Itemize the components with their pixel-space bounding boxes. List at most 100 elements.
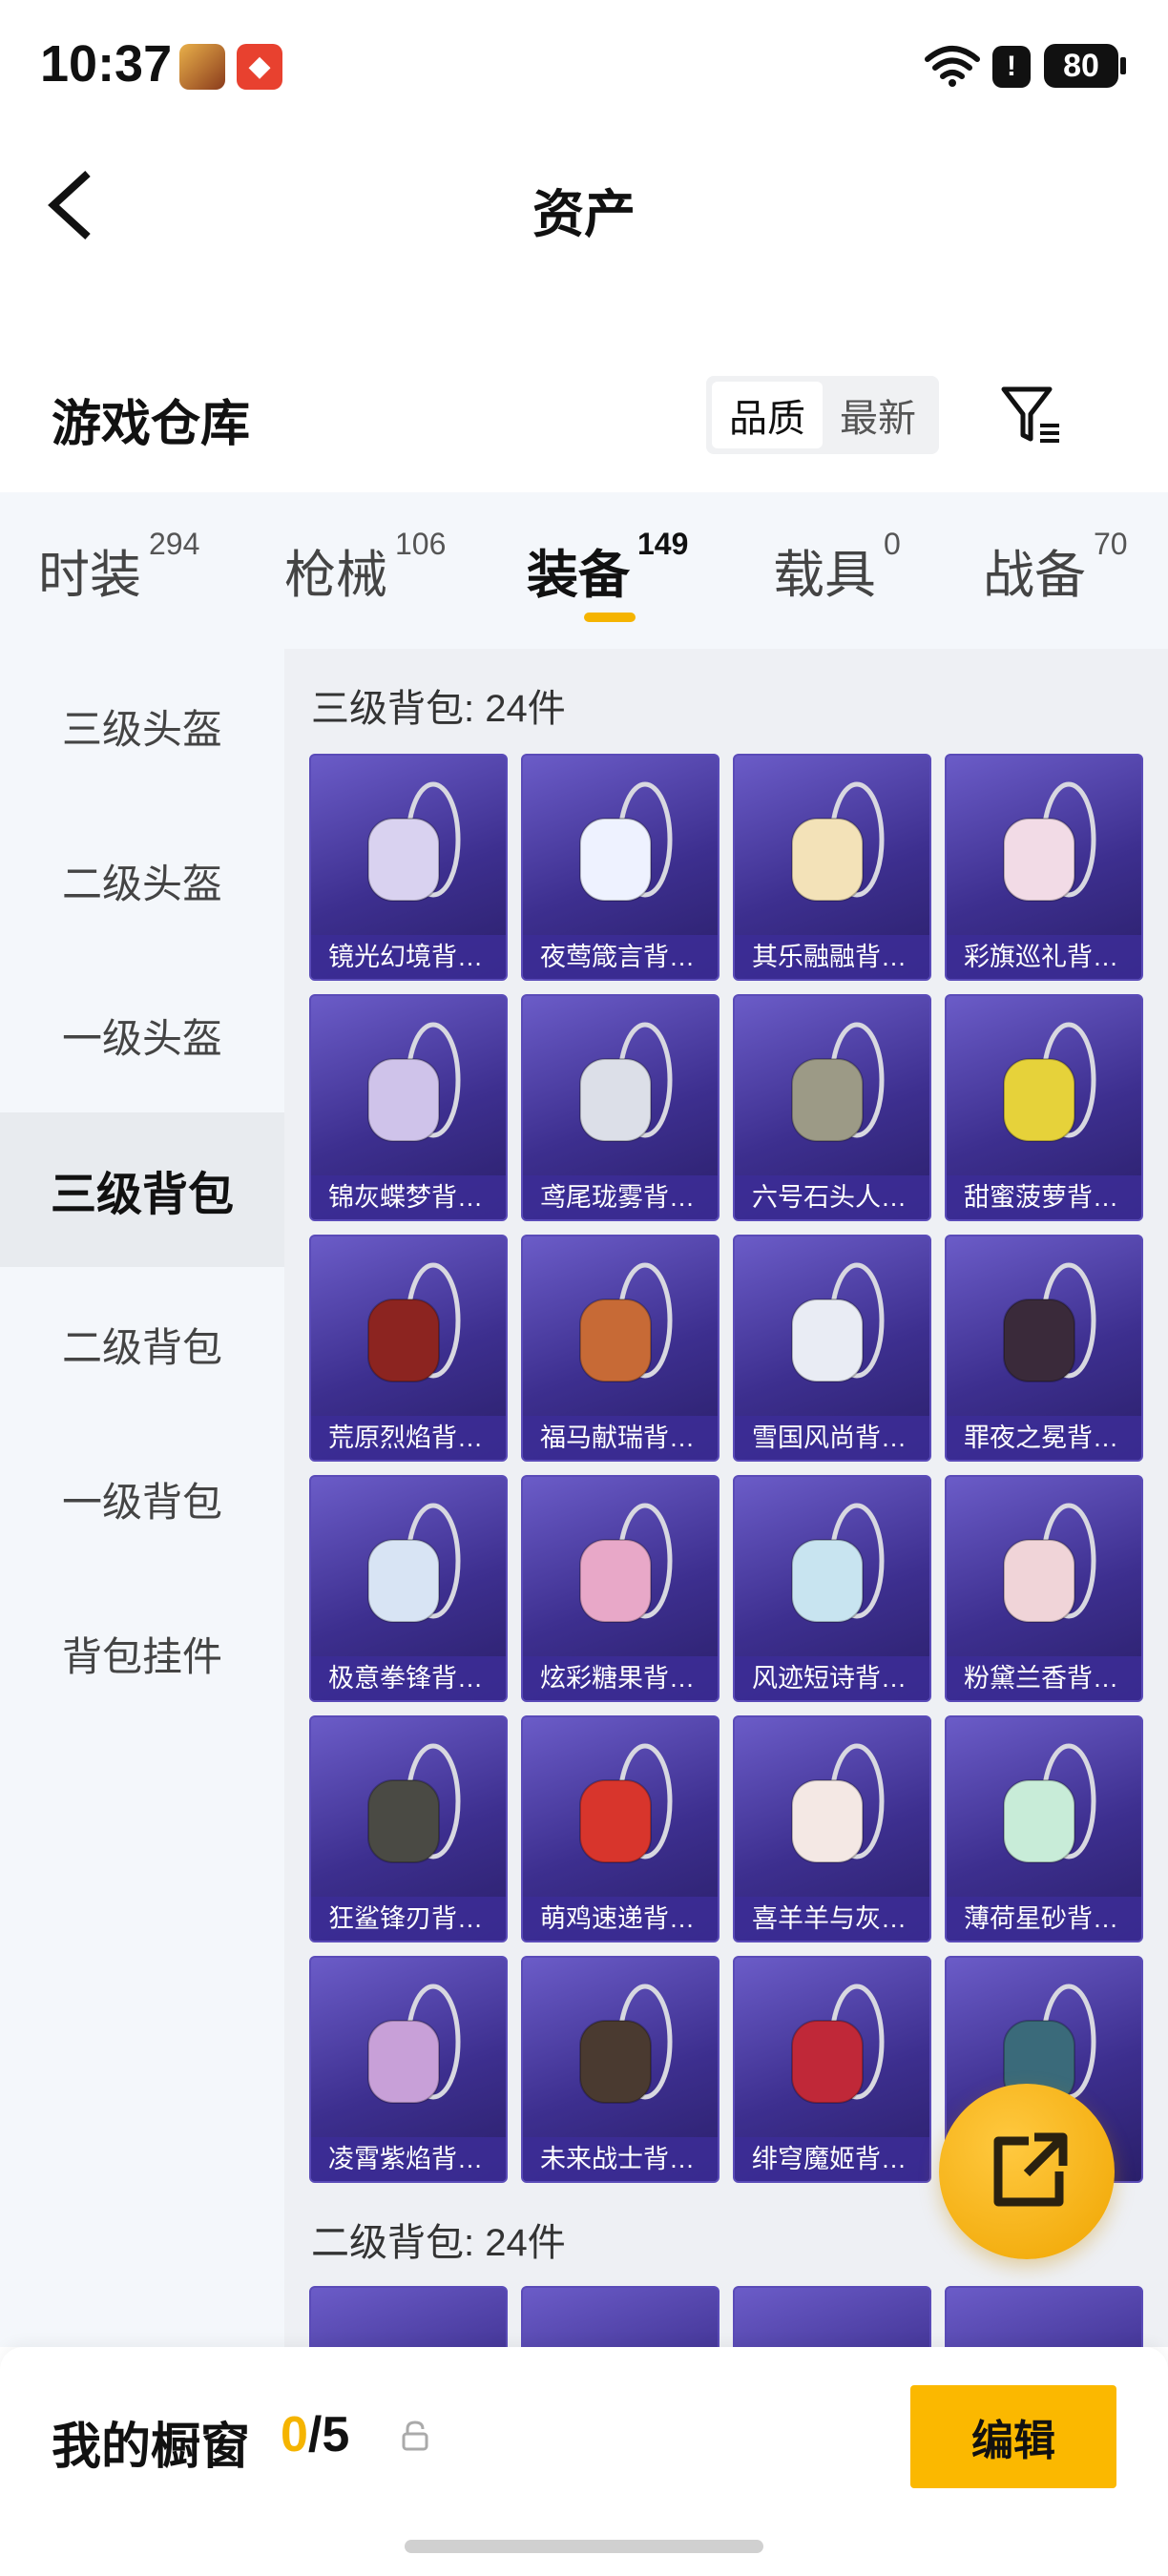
backpack-image — [367, 781, 461, 902]
tab-count: 149 — [637, 527, 689, 561]
active-tab-indicator — [584, 613, 636, 622]
sidebar-item-lv1-helmet[interactable]: 一级头盔 — [0, 958, 284, 1112]
tab-battle-supplies[interactable]: 战备70 — [983, 527, 1128, 608]
warehouse-title: 游戏仓库 — [52, 397, 251, 452]
item-card-label: 其乐融融背… — [735, 935, 929, 979]
item-card[interactable] — [945, 2286, 1143, 2347]
status-bar: 10:37 ◆ ! 80 — [0, 0, 1168, 134]
item-card-label: 六号石头人… — [735, 1175, 929, 1219]
item-card[interactable]: 未来战士背… — [521, 1956, 720, 2183]
item-card-label: 雪国风尚背… — [735, 1416, 929, 1460]
tab-label: 枪械 — [284, 547, 387, 604]
backpack-image — [791, 1022, 885, 1142]
sort-quality-button[interactable]: 品质 — [712, 382, 823, 448]
category-tabs: 时装294 枪械106 装备149 载具0 战备70 — [0, 492, 1168, 649]
item-card-label: 极意拳锋背… — [311, 1656, 506, 1700]
item-card[interactable] — [733, 2286, 931, 2347]
item-card[interactable]: 绯穹魔姬背… — [733, 1956, 931, 2183]
showcase-label: 我的橱窗 — [52, 2420, 251, 2475]
tab-fashion[interactable]: 时装294 — [38, 527, 199, 608]
showcase-separator: / — [307, 2407, 323, 2462]
item-card[interactable]: 极意拳锋背… — [309, 1475, 508, 1702]
tab-vehicles[interactable]: 载具0 — [773, 527, 901, 608]
item-card-label: 风迹短诗背… — [735, 1656, 929, 1700]
item-card[interactable]: 镜光幻境背… — [309, 754, 508, 981]
backpack-image — [367, 1022, 461, 1142]
item-card[interactable]: 锦灰蝶梦背… — [309, 994, 508, 1221]
edit-button[interactable]: 编辑 — [910, 2385, 1116, 2488]
item-card-label: 鸢尾珑雾背… — [523, 1175, 718, 1219]
bottom-bar: 我的橱窗 0/5 编辑 — [0, 2347, 1168, 2576]
item-card-label: 薄荷星砂背… — [947, 1897, 1141, 1941]
backpack-image — [791, 1984, 885, 2104]
sort-latest-button[interactable]: 最新 — [823, 382, 933, 448]
tab-count: 294 — [149, 527, 200, 561]
sidebar-item-lv2-backpack[interactable]: 二级背包 — [0, 1267, 284, 1422]
item-card[interactable]: 狂鲨锋刃背… — [309, 1715, 508, 1942]
tab-label: 装备 — [527, 547, 630, 604]
item-card[interactable]: 粉黛兰香背… — [945, 1475, 1143, 1702]
sidebar-item-lv3-helmet[interactable]: 三级头盔 — [0, 649, 284, 803]
tab-label: 载具 — [773, 547, 876, 604]
tab-count: 70 — [1094, 527, 1128, 561]
backpack-image — [1003, 1022, 1096, 1142]
item-card[interactable]: 罪夜之冕背… — [945, 1235, 1143, 1462]
item-card-label: 夜莺箴言背… — [523, 935, 718, 979]
tab-count: 0 — [884, 527, 901, 561]
page-title: 资产 — [532, 186, 636, 243]
item-card[interactable]: 炫彩糖果背… — [521, 1475, 720, 1702]
backpack-image — [1003, 1503, 1096, 1623]
tab-label: 战备 — [983, 547, 1086, 604]
item-card[interactable]: 荒原烈焰背… — [309, 1235, 508, 1462]
item-card-label: 绯穹魔姬背… — [735, 2137, 929, 2181]
sidebar-item-lv1-backpack[interactable]: 一级背包 — [0, 1422, 284, 1576]
item-card[interactable]: 雪国风尚背… — [733, 1235, 931, 1462]
item-card-label: 镜光幻境背… — [311, 935, 506, 979]
wifi-icon — [925, 46, 980, 87]
item-card[interactable]: 其乐融融背… — [733, 754, 931, 981]
item-card[interactable]: 薄荷星砂背… — [945, 1715, 1143, 1942]
battery-icon: 80 — [1044, 44, 1126, 88]
item-card[interactable]: 鸢尾珑雾背… — [521, 994, 720, 1221]
item-card-label: 萌鸡速递背… — [523, 1897, 718, 1941]
backpack-image — [579, 1984, 673, 2104]
item-card[interactable]: 喜羊羊与灰… — [733, 1715, 931, 1942]
backpack-image — [579, 1743, 673, 1863]
item-card-label: 荒原烈焰背… — [311, 1416, 506, 1460]
item-card-label: 炫彩糖果背… — [523, 1656, 718, 1700]
shield-app-icon: ◆ — [237, 44, 282, 90]
share-external-icon — [993, 2132, 1068, 2207]
home-indicator — [405, 2540, 763, 2553]
backpack-image — [1003, 781, 1096, 902]
showcase-current: 0 — [281, 2407, 308, 2462]
backpack-image — [791, 1262, 885, 1382]
backpack-image — [367, 1984, 461, 2104]
item-card[interactable] — [521, 2286, 720, 2347]
share-button[interactable] — [939, 2084, 1115, 2259]
item-card-label: 罪夜之冕背… — [947, 1416, 1141, 1460]
tab-firearms[interactable]: 枪械106 — [284, 527, 446, 608]
sidebar-item-lv2-helmet[interactable]: 二级头盔 — [0, 803, 284, 958]
sidebar-item-backpack-charm[interactable]: 背包挂件 — [0, 1576, 284, 1731]
alert-icon: ! — [992, 46, 1031, 88]
tab-label: 时装 — [38, 547, 141, 604]
item-card[interactable]: 夜莺箴言背… — [521, 754, 720, 981]
item-card[interactable]: 彩旗巡礼背… — [945, 754, 1143, 981]
backpack-image — [791, 781, 885, 902]
item-card[interactable]: 六号石头人… — [733, 994, 931, 1221]
sidebar-item-lv3-backpack[interactable]: 三级背包 — [0, 1112, 284, 1267]
item-card[interactable] — [309, 2286, 508, 2347]
game-app-icon — [179, 44, 225, 90]
sort-toggle: 品质 最新 — [706, 376, 939, 454]
item-card[interactable]: 萌鸡速递背… — [521, 1715, 720, 1942]
backpack-image — [579, 781, 673, 902]
item-card[interactable]: 福马献瑞背… — [521, 1235, 720, 1462]
tab-equipment[interactable]: 装备149 — [527, 527, 688, 608]
item-card[interactable]: 甜蜜菠萝背… — [945, 994, 1143, 1221]
item-card[interactable]: 风迹短诗背… — [733, 1475, 931, 1702]
item-card[interactable]: 凌霄紫焰背… — [309, 1956, 508, 2183]
backpack-image — [1003, 1743, 1096, 1863]
filter-icon[interactable] — [998, 382, 1065, 448]
item-card-label: 喜羊羊与灰… — [735, 1897, 929, 1941]
item-card-label: 甜蜜菠萝背… — [947, 1175, 1141, 1219]
